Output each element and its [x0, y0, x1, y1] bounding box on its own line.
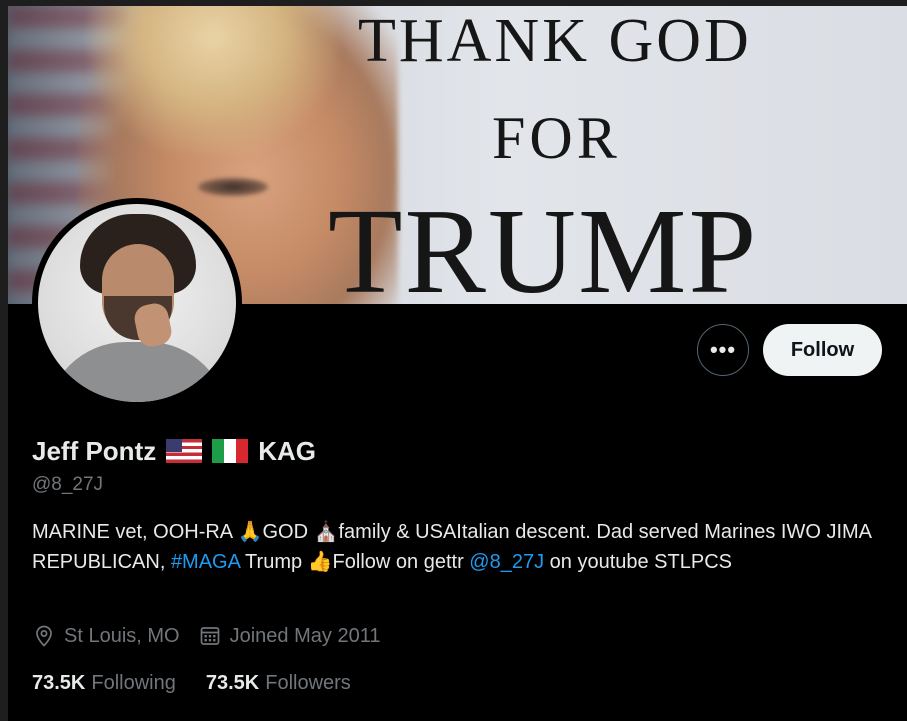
location-pin-icon — [32, 624, 56, 648]
followers-link[interactable]: 73.5K Followers — [206, 672, 351, 695]
user-handle: @8_27J — [32, 474, 104, 495]
following-label: Following — [91, 672, 176, 694]
us-flag-icon — [166, 439, 203, 463]
hashtag-link[interactable]: #MAGA — [171, 551, 240, 573]
avatar-shirt — [46, 342, 228, 402]
mention-link[interactable]: @8_27J — [469, 551, 544, 573]
bio-text-3: on youtube STLPCS — [544, 551, 732, 573]
avatar[interactable] — [38, 204, 236, 402]
follow-stats: 73.5K Following 73.5K Followers — [32, 672, 351, 695]
window-frame-left — [0, 0, 8, 721]
display-name-row: Jeff Pontz KAG — [32, 434, 316, 468]
calendar-icon — [198, 624, 222, 648]
more-options-icon: ••• — [709, 337, 737, 362]
display-name: Jeff Pontz — [32, 435, 157, 466]
display-name-suffix: KAG — [258, 435, 317, 466]
banner-line-1: THANK GOD — [358, 7, 752, 75]
more-options-button[interactable]: ••• — [697, 324, 749, 376]
profile-bio: MARINE vet, OOH-RA 🙏GOD ⛪family & USAIta… — [32, 517, 892, 577]
banner-line-2: FOR — [492, 105, 621, 171]
joined-date: Joined May 2011 — [229, 624, 381, 647]
following-link[interactable]: 73.5K Following — [32, 672, 176, 695]
banner-portrait-eye — [198, 178, 268, 196]
italy-flag-icon — [212, 439, 249, 463]
followers-count: 73.5K — [205, 672, 260, 694]
bio-text-2: Trump 👍Follow on gettr — [239, 551, 470, 573]
followers-label: Followers — [265, 672, 351, 694]
banner-line-3: TRUMP — [328, 184, 759, 305]
profile-meta: St Louis, MO Joined May 2011 — [32, 624, 380, 648]
follow-button[interactable]: Follow — [763, 324, 882, 376]
location-text: St Louis, MO — [64, 624, 180, 647]
banner-portrait-hair — [88, 6, 338, 156]
following-count: 73.5K — [32, 672, 86, 694]
